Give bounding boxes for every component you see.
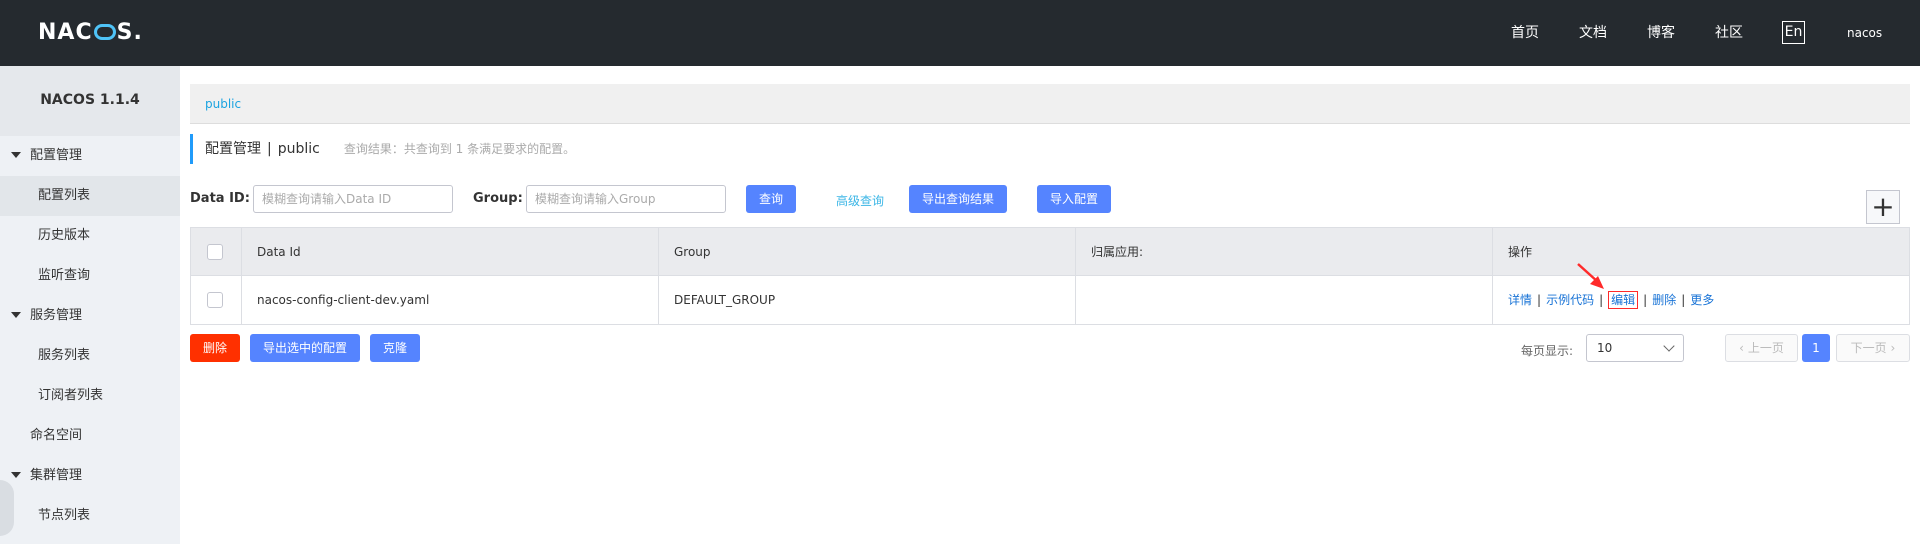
sidebar-group-label: 配置管理 [30, 148, 83, 163]
cell-dataid: nacos-config-client-dev.yaml [242, 276, 659, 324]
group-label: Group: [473, 191, 523, 206]
table-row: nacos-config-client-dev.yaml DEFAULT_GRO… [191, 276, 1909, 324]
logo-o-icon [93, 24, 116, 40]
next-page-button[interactable]: 下一页 › [1836, 334, 1910, 362]
edit-link[interactable]: 编辑 [1608, 291, 1639, 309]
nav-home[interactable]: 首页 [1511, 0, 1539, 66]
sample-code-link[interactable]: 示例代码 [1546, 293, 1594, 307]
select-all-cell [191, 228, 242, 276]
chevron-left-icon: ‹ [1739, 341, 1744, 355]
import-config-button[interactable]: 导入配置 [1037, 185, 1111, 213]
page-size-select[interactable]: 10 [1586, 334, 1684, 362]
sidebar-group-service[interactable]: 服务管理 [0, 296, 180, 336]
namespace-tab-public[interactable]: public [205, 97, 241, 111]
sidebar-collapse-handle[interactable] [0, 480, 14, 536]
export-results-button[interactable]: 导出查询结果 [909, 185, 1007, 213]
advanced-query-link[interactable]: 高级查询 [836, 192, 884, 209]
product-version: NACOS 1.1.4 [40, 92, 140, 108]
nav-blog[interactable]: 博客 [1647, 0, 1675, 66]
export-selected-button[interactable]: 导出选中的配置 [250, 334, 360, 362]
current-namespace: public [277, 141, 320, 157]
detail-link[interactable]: 详情 [1508, 293, 1532, 307]
batch-delete-button[interactable]: 删除 [190, 334, 240, 362]
sidebar-item-config-list[interactable]: 配置列表 [0, 176, 180, 216]
column-header-group[interactable]: Group [659, 228, 1076, 276]
sidebar-group-label: 服务管理 [30, 308, 83, 323]
column-header-dataid[interactable]: Data Id [242, 228, 659, 276]
nav-community[interactable]: 社区 [1715, 0, 1743, 66]
table-header: Data Id Group 归属应用: 操作 [191, 228, 1909, 276]
sidebar-group-cluster[interactable]: 集群管理 [0, 456, 180, 496]
current-page[interactable]: 1 [1802, 334, 1830, 362]
user-menu[interactable]: nacos [1847, 0, 1882, 66]
cell-group: DEFAULT_GROUP [659, 276, 1076, 324]
nacos-logo[interactable]: NAC S. [38, 20, 143, 45]
chevron-down-icon [1663, 340, 1675, 352]
sidebar-group-label: 集群管理 [30, 468, 83, 483]
top-navbar: NAC S. 首页 文档 博客 社区 En nacos [0, 0, 1920, 66]
prev-page-label: 上一页 [1747, 341, 1784, 355]
add-config-button[interactable]: + [1866, 190, 1900, 224]
select-all-checkbox[interactable] [207, 244, 223, 260]
caret-down-icon [11, 152, 21, 158]
query-result-text: 查询结果：共查询到 1 条满足要求的配置。 [343, 142, 576, 156]
next-page-label: 下一页 [1850, 341, 1887, 355]
dataid-label: Data ID: [190, 191, 250, 206]
sidebar: NACOS 1.1.4 配置管理 配置列表 历史版本 监听查询 服务管理 服务列… [0, 66, 180, 544]
column-header-app[interactable]: 归属应用: [1076, 228, 1493, 276]
caret-down-icon [11, 472, 21, 478]
title-separator: | [267, 141, 272, 157]
annotation-arrow-icon [1577, 263, 1604, 289]
page-size-label: 每页显示: [1521, 344, 1574, 358]
chevron-right-icon: › [1890, 341, 1896, 355]
group-search-input[interactable] [526, 185, 726, 213]
page-title: 配置管理 [205, 141, 261, 157]
page-title-row: 配置管理 | public 查询结果：共查询到 1 条满足要求的配置。 [190, 134, 575, 164]
prev-page-button[interactable]: ‹ 上一页 [1725, 334, 1798, 362]
caret-down-icon [11, 312, 21, 318]
clone-button[interactable]: 克隆 [370, 334, 420, 362]
cell-app [1076, 276, 1493, 324]
language-toggle[interactable]: En [1782, 21, 1805, 44]
dataid-search-input[interactable] [253, 185, 453, 213]
config-table: Data Id Group 归属应用: 操作 nacos-config-clie… [190, 227, 1910, 325]
sidebar-item-history[interactable]: 历史版本 [0, 216, 180, 256]
sidebar-item-nodes[interactable]: 节点列表 [0, 496, 180, 536]
nav-docs[interactable]: 文档 [1579, 0, 1607, 66]
sidebar-item-service-list[interactable]: 服务列表 [0, 336, 180, 376]
row-checkbox[interactable] [207, 292, 223, 308]
sidebar-item-namespace[interactable]: 命名空间 [0, 416, 180, 456]
column-header-operations: 操作 [1508, 245, 1533, 259]
sidebar-item-subscribers[interactable]: 订阅者列表 [0, 376, 180, 416]
page-size-value: 10 [1597, 341, 1613, 355]
row-select-cell [191, 276, 242, 324]
sidebar-item-listener[interactable]: 监听查询 [0, 256, 180, 296]
delete-link[interactable]: 删除 [1652, 293, 1676, 307]
sidebar-header: NACOS 1.1.4 [0, 66, 180, 136]
sidebar-group-config[interactable]: 配置管理 [0, 136, 180, 176]
cell-operations: 详情 | 示例代码 | 编辑 | 删除 | 更多 [1508, 291, 1715, 309]
namespace-bar: public [190, 84, 1910, 124]
query-button[interactable]: 查询 [746, 185, 796, 213]
more-link[interactable]: 更多 [1690, 293, 1714, 307]
